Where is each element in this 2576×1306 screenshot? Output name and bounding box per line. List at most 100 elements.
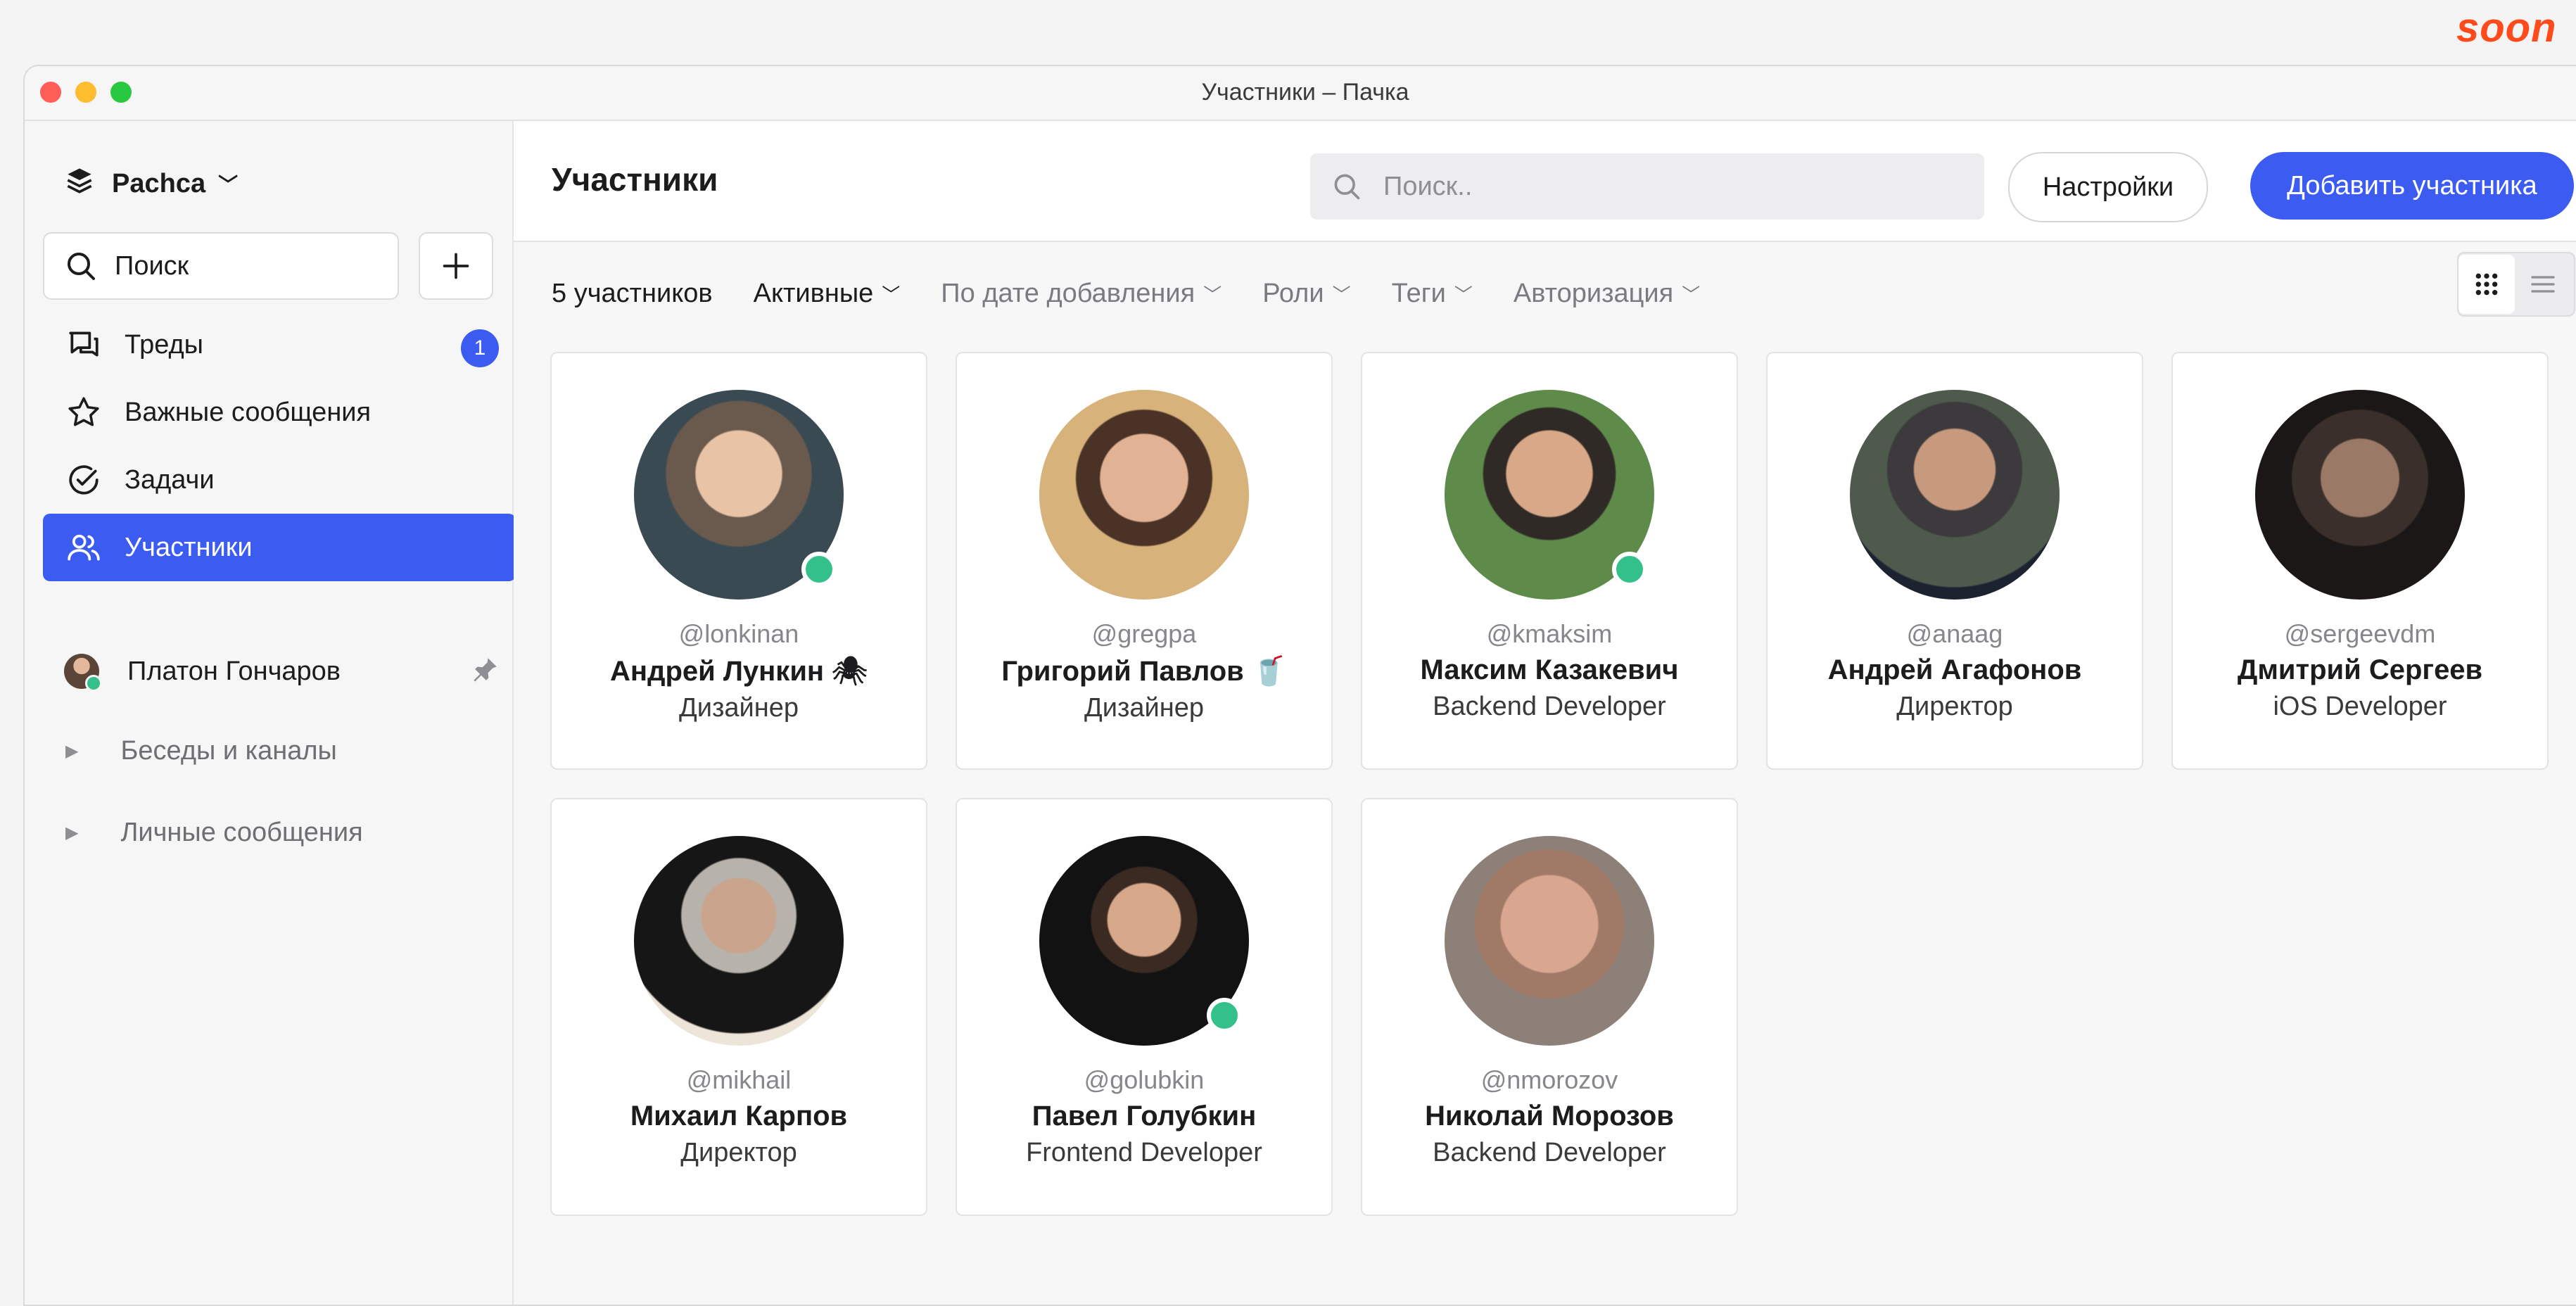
member-role: Backend Developer [1433, 692, 1666, 721]
member-role: Backend Developer [1433, 1138, 1666, 1167]
unread-badge: 1 [461, 329, 499, 367]
chevron-down-icon: ﹀ [1332, 284, 1351, 305]
member-handle: @lonkinan [678, 619, 799, 648]
caret-right-icon: ▶ [65, 741, 79, 761]
settings-button[interactable]: Настройки [2008, 152, 2208, 222]
member-card[interactable]: @anaag Андрей Агафонов Директор [1766, 352, 2143, 770]
avatar [1039, 836, 1249, 1046]
users-icon [64, 528, 103, 567]
member-handle: @sergeevdm [2284, 619, 2436, 648]
member-role: Директор [1896, 692, 2013, 721]
avatar [2255, 390, 2465, 600]
sidebar-item-label: Треды [125, 329, 203, 360]
member-name: Дмитрий Сергеев [2237, 654, 2483, 685]
member-handle: @nmorozov [1480, 1065, 1618, 1094]
member-name: Андрей Лункин 🕷 [610, 656, 868, 687]
section-conversations[interactable]: ▶ Беседы и каналы [65, 726, 337, 775]
member-card[interactable]: @gregpa Григорий Павлов 🥤 Дизайнер [956, 352, 1333, 770]
grid-view-button[interactable] [2458, 255, 2515, 314]
list-icon [2531, 276, 2555, 293]
sidebar-item-label: Участники [125, 532, 253, 562]
search-icon [68, 253, 95, 280]
workspace-switcher[interactable]: Pachca ﹀ [65, 166, 238, 201]
filter-roles[interactable]: Роли ﹀ [1262, 279, 1350, 309]
filter-bar: 5 участников Активные ﹀ По дате добавлени… [552, 269, 1741, 318]
member-handle: @gregpa [1091, 619, 1197, 648]
online-indicator [1612, 552, 1647, 587]
sidebar-item-important[interactable]: Важные сообщения [43, 379, 516, 446]
sidebar: Pachca ﹀ Поиск Треды 1 Важные сообщения [25, 121, 516, 1305]
member-name: Максим Казакевич [1420, 654, 1679, 685]
members-grid: @lonkinan Андрей Лункин 🕷 Дизайнер @greg… [550, 352, 2549, 1216]
filter-label: Авторизация [1513, 278, 1674, 308]
member-card[interactable]: @golubkin Павел Голубкин Frontend Develo… [956, 798, 1333, 1216]
current-user[interactable]: Платон Гончаров [64, 643, 500, 699]
view-toggle [2457, 252, 2575, 317]
search-icon [1334, 174, 1360, 200]
filter-auth[interactable]: Авторизация ﹀ [1514, 279, 1700, 309]
member-name: Михаил Карпов [630, 1101, 848, 1131]
corner-brand-logo: soon [2456, 5, 2557, 51]
online-indicator [801, 552, 837, 587]
section-label: Беседы и каналы [120, 735, 337, 766]
sidebar-search-label: Поиск [115, 251, 189, 281]
main-content: Участники Поиск.. Настройки Добавить уча… [514, 121, 2576, 1305]
member-card[interactable]: @nmorozov Николай Морозов Backend Develo… [1361, 798, 1738, 1216]
online-indicator [85, 675, 102, 692]
avatar [1850, 390, 2060, 600]
member-name: Павел Голубкин [1032, 1101, 1257, 1131]
sidebar-nav: Треды 1 Важные сообщения Задачи Участник… [43, 311, 516, 581]
new-chat-button[interactable] [419, 232, 493, 300]
member-role: iOS Developer [2273, 692, 2447, 721]
avatar [634, 836, 844, 1046]
avatar [1445, 836, 1654, 1046]
title-bar: Участники – Пачка [25, 66, 2576, 121]
filter-status[interactable]: Активные ﹀ [754, 279, 901, 309]
filter-sort[interactable]: По дате добавления ﹀ [941, 279, 1222, 309]
member-name: Андрей Агафонов [1827, 654, 2082, 685]
section-label: Личные сообщения [120, 817, 363, 847]
member-card[interactable]: @kmaksim Максим Казакевич Backend Develo… [1361, 352, 1738, 770]
sidebar-item-threads[interactable]: Треды 1 [43, 311, 516, 379]
chevron-down-icon: ﹀ [1203, 284, 1222, 305]
filter-label: Активные [753, 278, 874, 308]
member-card[interactable]: @sergeevdm Дмитрий Сергеев iOS Developer [2171, 352, 2549, 770]
add-member-button[interactable]: Добавить участника [2250, 152, 2574, 220]
star-icon [64, 393, 103, 432]
search-placeholder: Поиск.. [1383, 171, 1473, 201]
chevron-down-icon: ﹀ [218, 174, 239, 196]
member-role: Дизайнер [679, 693, 799, 723]
filter-label: По дате добавления [941, 278, 1195, 308]
sidebar-item-label: Задачи [125, 464, 215, 495]
member-role: Дизайнер [1084, 693, 1204, 723]
member-card[interactable]: @mikhail Михаил Карпов Директор [550, 798, 927, 1216]
chevron-down-icon: ﹀ [1454, 284, 1473, 305]
sidebar-search-button[interactable]: Поиск [43, 232, 399, 300]
sidebar-item-members[interactable]: Участники [43, 514, 516, 581]
list-view-button[interactable] [2515, 255, 2571, 314]
member-name: Николай Морозов [1425, 1101, 1674, 1131]
pin-icon[interactable] [471, 654, 500, 691]
layers-icon [65, 166, 94, 201]
avatar [64, 654, 102, 692]
avatar [634, 390, 844, 600]
window-title: Участники – Пачка [1201, 79, 1409, 106]
chevron-down-icon: ﹀ [1682, 284, 1701, 305]
plus-icon [443, 253, 469, 279]
avatar [1039, 390, 1249, 600]
app-window: Участники – Пачка Pachca ﹀ Поиск Треды 1 [23, 65, 2576, 1306]
member-handle: @mikhail [686, 1065, 792, 1094]
member-handle: @kmaksim [1486, 619, 1613, 648]
sidebar-item-tasks[interactable]: Задачи [43, 446, 516, 514]
filter-label: Роли [1262, 278, 1324, 308]
page-header: Участники Поиск.. Настройки Добавить уча… [514, 121, 2576, 242]
section-direct-messages[interactable]: ▶ Личные сообщения [65, 808, 363, 857]
members-search-input[interactable]: Поиск.. [1310, 153, 1984, 220]
filter-tags[interactable]: Теги ﹀ [1392, 279, 1473, 309]
member-handle: @anaag [1906, 619, 2003, 648]
current-user-name: Платон Гончаров [127, 656, 341, 686]
member-handle: @golubkin [1084, 1065, 1205, 1094]
member-card[interactable]: @lonkinan Андрей Лункин 🕷 Дизайнер [550, 352, 927, 770]
chevron-down-icon: ﹀ [882, 284, 901, 305]
member-role: Frontend Developer [1026, 1138, 1262, 1167]
